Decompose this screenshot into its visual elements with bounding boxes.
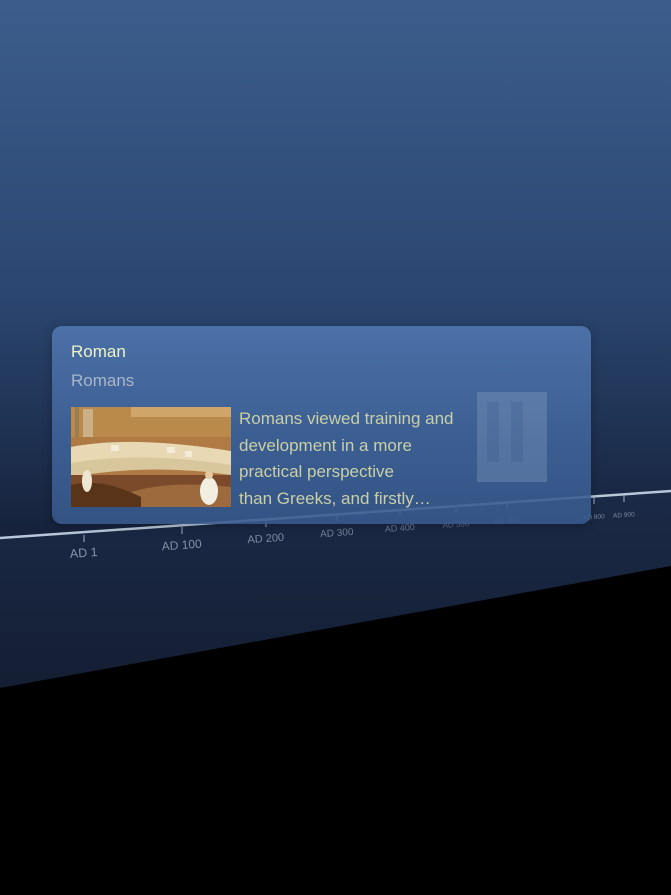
tick-label[interactable]: AD 100 (161, 537, 202, 554)
tick-label[interactable]: AD 1 (69, 545, 98, 561)
tick-label[interactable]: AD 200 (247, 532, 284, 547)
painting-image (71, 407, 231, 507)
card-title: Roman (71, 342, 126, 361)
ghost-figure-icon (477, 392, 547, 482)
roman-senate-painting-thumbnail[interactable] (71, 407, 231, 507)
card-subtitle: Romans (71, 371, 135, 390)
roman-info-card[interactable]: Roman Romans Romans viewed training and … (52, 326, 591, 524)
